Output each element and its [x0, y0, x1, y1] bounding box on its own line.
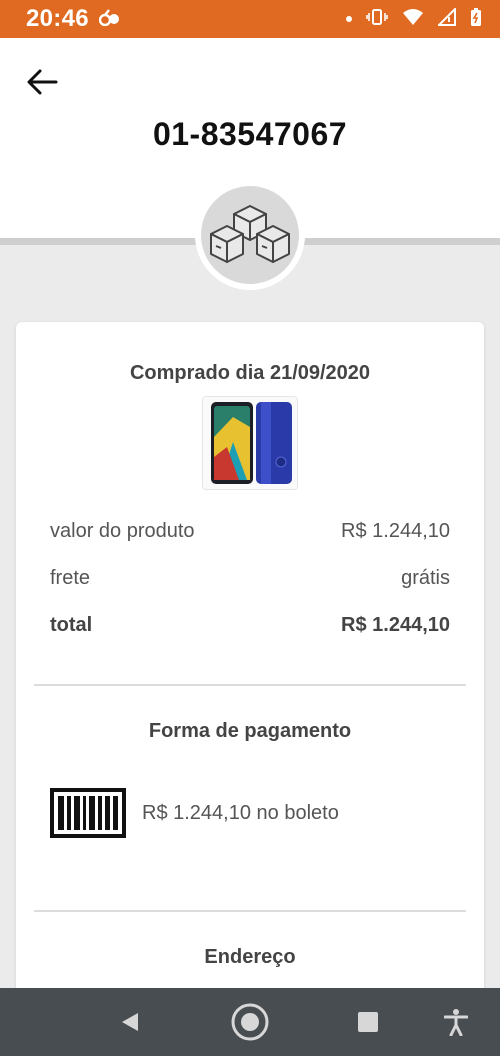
- status-bar: 20:46: [0, 0, 500, 38]
- accessibility-icon: [444, 1009, 468, 1036]
- triangle-back-icon: [122, 1013, 138, 1031]
- section-divider: [34, 684, 466, 686]
- arrow-left-icon: [27, 69, 58, 95]
- battery-icon: [470, 7, 482, 32]
- wifi-icon: [402, 8, 424, 31]
- notification-dot-icon: [346, 16, 352, 22]
- square-recents-icon: [358, 1012, 378, 1032]
- nav-recents-button[interactable]: [348, 1002, 388, 1042]
- product-image[interactable]: [202, 396, 298, 490]
- order-number-title: 01-83547067: [152, 116, 348, 152]
- status-time: 20:46: [26, 5, 89, 32]
- nav-home-button[interactable]: [230, 1002, 270, 1042]
- nav-accessibility-button[interactable]: [436, 1002, 476, 1042]
- vibrate-icon: [366, 7, 388, 32]
- nav-back-button[interactable]: [110, 1002, 150, 1042]
- shipping-row: frete grátis: [50, 567, 450, 590]
- signal-icon: [436, 6, 456, 31]
- shipping-label: frete: [50, 567, 91, 589]
- payment-section-title: Forma de pagamento: [148, 720, 352, 742]
- purchase-date: Comprado dia 21/09/2020: [129, 362, 371, 384]
- section-divider: [34, 910, 466, 912]
- order-status-badge: [195, 180, 305, 290]
- total-label: total: [50, 614, 93, 636]
- back-button[interactable]: [22, 62, 62, 102]
- product-value-label: valor do produto: [50, 520, 195, 542]
- payment-method: R$ 1.244,10 no boleto: [50, 788, 339, 838]
- total-row: total R$ 1.244,10: [50, 614, 450, 637]
- product-value-amount: R$ 1.244,10: [341, 520, 450, 542]
- address-section-title: Endereço: [204, 946, 296, 968]
- total-value: R$ 1.244,10: [341, 614, 450, 636]
- circle-home-icon: [231, 1003, 269, 1041]
- system-nav-bar: [0, 988, 500, 1056]
- order-details-card: Comprado dia 21/09/2020 valor do produto…: [16, 322, 484, 1022]
- shipping-value: grátis: [401, 567, 450, 589]
- app-notification-icon: [98, 8, 121, 31]
- product-value-row: valor do produto R$ 1.244,10: [50, 520, 450, 543]
- boxes-icon: [210, 205, 290, 263]
- payment-description: R$ 1.244,10 no boleto: [142, 801, 339, 824]
- barcode-icon: [50, 788, 126, 838]
